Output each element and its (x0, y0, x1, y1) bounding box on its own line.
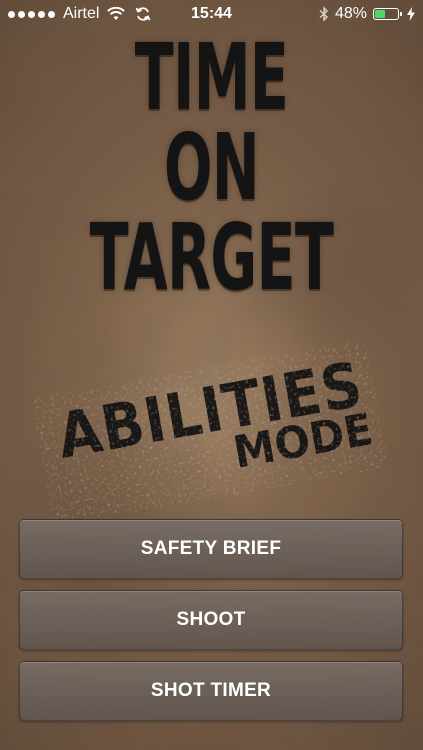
charging-bolt-icon (407, 7, 415, 21)
title-line-target: TARGET (89, 204, 334, 311)
main-menu: SAFETY BRIEF SHOOT SHOT TIMER (19, 519, 403, 732)
status-right: 48% (319, 5, 415, 23)
safety-brief-button[interactable]: SAFETY BRIEF (19, 519, 403, 579)
battery-percent: 48% (334, 5, 367, 22)
app-title: TIME ON TARGET (0, 30, 423, 306)
battery-icon (373, 8, 402, 20)
abilities-mode-stamp: ABILITIES MODE (31, 339, 389, 527)
bluetooth-icon (319, 6, 328, 22)
app-screen: Airtel 15:44 48% TIME ON TARGET ABILITIE… (0, 0, 423, 750)
shoot-button[interactable]: SHOOT (19, 590, 403, 650)
shot-timer-button[interactable]: SHOT TIMER (19, 661, 403, 721)
title-line-time: TIME (134, 24, 289, 131)
title-line-on: ON (164, 114, 260, 221)
battery-level-fill (375, 10, 385, 18)
